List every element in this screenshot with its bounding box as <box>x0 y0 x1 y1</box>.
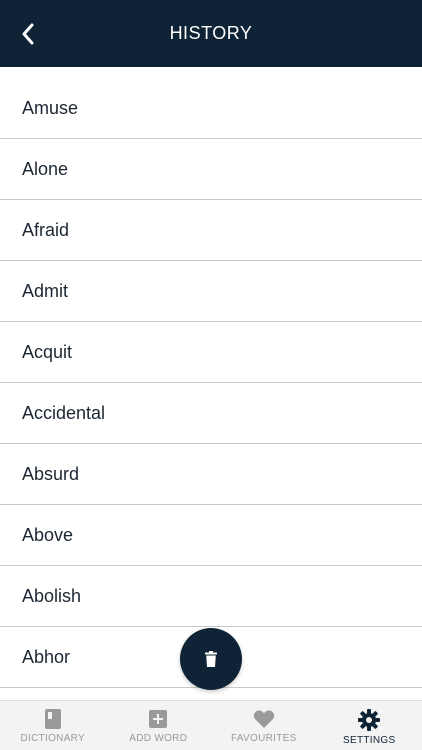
tab-label: DICTIONARY <box>20 733 85 744</box>
tab-add-word[interactable]: ADD WORD <box>106 701 212 750</box>
history-item[interactable]: Amuse <box>0 78 422 139</box>
tab-favourites[interactable]: FAVOURITES <box>211 701 317 750</box>
tab-label: ADD WORD <box>129 733 188 744</box>
bottom-tab-bar: DICTIONARY ADD WORD FAVOURITES SETTINGS <box>0 700 422 750</box>
tab-label: FAVOURITES <box>230 733 297 744</box>
gear-icon <box>358 709 381 731</box>
back-button[interactable] <box>14 20 42 48</box>
tab-dictionary[interactable]: DICTIONARY <box>0 701 106 750</box>
heart-icon <box>253 710 274 728</box>
tab-settings[interactable]: SETTINGS <box>317 701 422 750</box>
book-icon <box>44 709 61 729</box>
history-item[interactable]: Alone <box>0 139 422 200</box>
chevron-left-icon <box>22 23 34 45</box>
history-item[interactable]: Admit <box>0 261 422 322</box>
tab-label: SETTINGS <box>343 735 396 746</box>
app-header: HISTORY <box>0 0 422 67</box>
history-item[interactable]: Afraid <box>0 200 422 261</box>
history-item[interactable]: Accidental <box>0 383 422 444</box>
history-item[interactable]: Abolish <box>0 566 422 627</box>
clear-history-button[interactable] <box>180 628 242 690</box>
page-title: HISTORY <box>169 23 253 43</box>
plus-square-icon <box>149 710 168 728</box>
history-item[interactable]: Acquit <box>0 322 422 383</box>
history-item[interactable]: Absurd <box>0 444 422 505</box>
trash-icon <box>205 651 217 667</box>
history-list: Amuse Alone Afraid Admit Acquit Accident… <box>0 78 422 688</box>
history-item[interactable]: Above <box>0 505 422 566</box>
